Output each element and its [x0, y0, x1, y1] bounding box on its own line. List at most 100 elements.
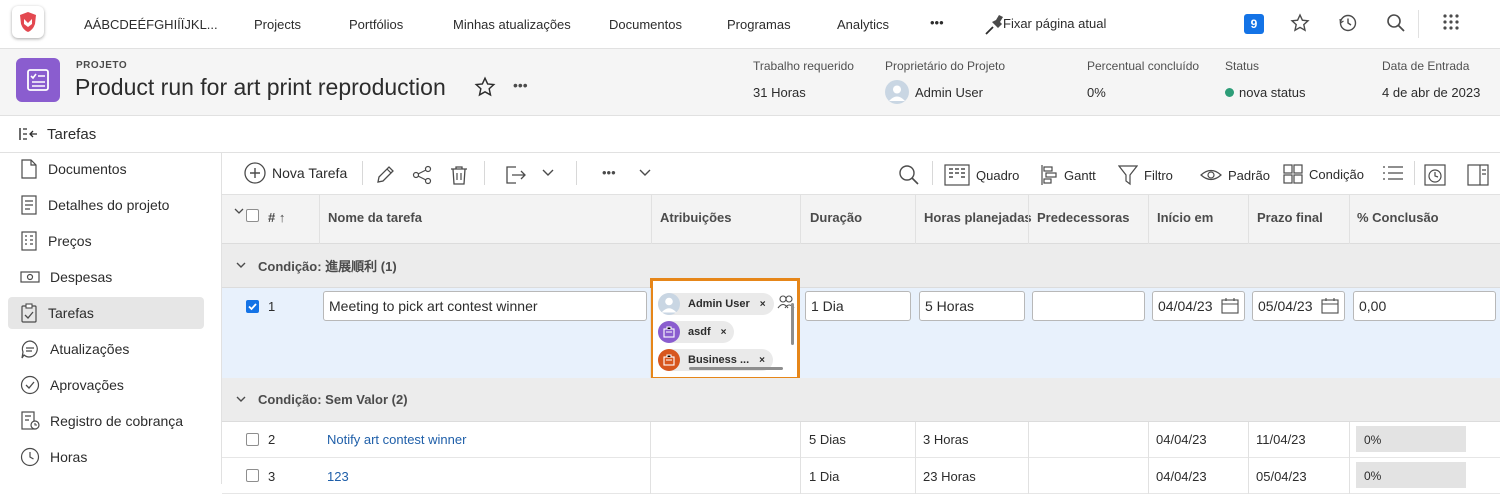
field-value[interactable]: Admin User	[915, 85, 983, 100]
group-header[interactable]: Condição: 進展順利 (1)	[222, 244, 1500, 288]
toolbar-more-button[interactable]: •••	[602, 165, 616, 180]
task-name-link[interactable]: 123	[327, 469, 349, 484]
edit-pencil-icon[interactable]	[374, 164, 396, 186]
pin-page-button[interactable]: Fixar página atual	[1003, 16, 1106, 31]
vertical-scrollbar[interactable]	[791, 303, 794, 345]
nav-my-updates[interactable]: Minhas atualizações	[453, 17, 571, 32]
group-header[interactable]: Condição: Sem Valor (2)	[222, 378, 1500, 422]
column-divider[interactable]	[651, 195, 652, 244]
sidebar-item-updates[interactable]: Atualizações	[8, 333, 204, 365]
notifications-badge[interactable]: 9	[1244, 14, 1264, 34]
favorites-star-icon[interactable]	[1290, 13, 1310, 33]
sidebar-item-pricing[interactable]: Preços	[8, 225, 204, 257]
calendar-icon[interactable]	[1221, 298, 1239, 314]
app-logo-icon[interactable]	[12, 6, 44, 38]
column-header-assignments[interactable]: Atribuições	[660, 210, 732, 225]
chevron-down-icon[interactable]	[639, 169, 651, 177]
column-divider[interactable]	[1028, 195, 1029, 244]
search-icon[interactable]	[1386, 13, 1406, 33]
column-header-number[interactable]: # ↑	[268, 210, 285, 225]
start-date-value[interactable]: 04/04/23	[1156, 432, 1207, 447]
start-date-input[interactable]: 04/04/23	[1152, 291, 1245, 321]
chevron-down-icon[interactable]	[236, 396, 246, 404]
column-header-planned-hours[interactable]: Horas planejadas	[924, 210, 1032, 225]
start-date-value[interactable]: 04/04/23	[1156, 469, 1207, 484]
sidebar-item-documents[interactable]: Documentos	[8, 153, 204, 185]
table-row[interactable]: 3 123 1 Dia 23 Horas 04/04/23 05/04/23 0…	[222, 458, 1500, 494]
due-date-value[interactable]: 11/04/23	[1256, 432, 1306, 447]
column-header-duration[interactable]: Duração	[810, 210, 862, 225]
nav-more-button[interactable]: •••	[930, 15, 944, 30]
row-checkbox[interactable]	[246, 300, 259, 313]
list-options-icon[interactable]	[1382, 164, 1404, 182]
due-date-value[interactable]: 05/04/23	[1256, 469, 1307, 484]
side-panel-icon[interactable]	[1467, 164, 1489, 186]
percent-complete-bar[interactable]: 0%	[1356, 426, 1466, 452]
row-checkbox[interactable]	[246, 433, 259, 446]
nav-programs[interactable]: Programas	[727, 17, 791, 32]
remove-assignee-button[interactable]: ×	[721, 327, 727, 338]
recents-history-icon[interactable]	[1338, 13, 1358, 33]
percent-complete-input[interactable]: 0,00	[1353, 291, 1496, 321]
column-divider[interactable]	[319, 195, 320, 244]
nav-analytics[interactable]: Analytics	[837, 17, 889, 32]
search-icon[interactable]	[898, 164, 920, 186]
task-name-input[interactable]: Meeting to pick art contest winner	[323, 291, 647, 321]
planned-hours-value[interactable]: 23 Horas	[923, 469, 976, 484]
nav-portfolios[interactable]: Portfólios	[349, 17, 403, 32]
nav-documents[interactable]: Documentos	[609, 17, 682, 32]
remove-assignee-button[interactable]: ×	[760, 299, 766, 310]
column-header-start-date[interactable]: Início em	[1157, 210, 1213, 225]
move-export-icon[interactable]	[504, 164, 528, 186]
column-divider[interactable]	[1248, 195, 1249, 244]
favorite-star-icon[interactable]	[474, 76, 496, 98]
grouping-button[interactable]: Condição	[1283, 164, 1364, 184]
table-row[interactable]: 1 Meeting to pick art contest winner 1 D…	[222, 288, 1500, 380]
column-header-predecessors[interactable]: Predecessoras	[1037, 210, 1130, 225]
app-grid-icon[interactable]	[1442, 13, 1460, 31]
sidebar-item-expenses[interactable]: Despesas	[8, 261, 204, 293]
task-name-link[interactable]: Notify art contest winner	[327, 432, 466, 447]
new-task-button[interactable]: Nova Tarefa	[244, 162, 347, 184]
view-button[interactable]: Padrão	[1200, 164, 1270, 186]
column-header-due-date[interactable]: Prazo final	[1257, 210, 1323, 225]
duration-value[interactable]: 5 Dias	[809, 432, 846, 447]
project-more-button[interactable]: •••	[513, 77, 528, 93]
select-all-checkbox[interactable]	[246, 209, 259, 222]
chevron-down-icon[interactable]	[236, 262, 246, 270]
field-value[interactable]: nova status	[1239, 85, 1306, 100]
assignee-chip-role[interactable]: asdf ×	[658, 321, 735, 343]
gantt-view-button[interactable]: Gantt	[1040, 164, 1096, 186]
collapse-sidebar-icon[interactable]	[19, 127, 39, 141]
assignments-editor[interactable]: Admin User × asdf × Business ... ×	[650, 278, 800, 380]
table-row[interactable]: 2 Notify art contest winner 5 Dias 3 Hor…	[222, 422, 1500, 458]
board-view-button[interactable]: Quadro	[944, 164, 1019, 186]
share-icon[interactable]	[411, 164, 433, 186]
planned-hours-value[interactable]: 3 Horas	[923, 432, 969, 447]
chevron-down-icon[interactable]	[234, 208, 244, 216]
chevron-down-icon[interactable]	[542, 169, 554, 177]
nav-projects[interactable]: Projects	[254, 17, 301, 32]
filter-button[interactable]: Filtro	[1118, 164, 1173, 186]
sidebar-item-billing-records[interactable]: Registro de cobrança	[8, 405, 204, 437]
workspace-switcher[interactable]: AÁBCDEÉFGHIÍÏJKL...	[84, 17, 218, 32]
column-divider[interactable]	[800, 195, 801, 244]
predecessors-input[interactable]	[1032, 291, 1145, 321]
planned-hours-input[interactable]: 5 Horas	[919, 291, 1025, 321]
horizontal-scrollbar[interactable]	[689, 367, 783, 370]
column-divider[interactable]	[1349, 195, 1350, 244]
column-header-task-name[interactable]: Nome da tarefa	[328, 210, 422, 225]
calendar-icon[interactable]	[1321, 298, 1339, 314]
due-date-input[interactable]: 05/04/23	[1252, 291, 1345, 321]
timeline-icon[interactable]	[1424, 164, 1446, 186]
delete-trash-icon[interactable]	[448, 164, 470, 186]
sort-ascending-icon[interactable]: ↑	[279, 210, 286, 225]
assignee-chip-user[interactable]: Admin User ×	[658, 293, 774, 315]
duration-input[interactable]: 1 Dia	[805, 291, 911, 321]
column-divider[interactable]	[1148, 195, 1149, 244]
sidebar-item-approvals[interactable]: Aprovações	[8, 369, 204, 401]
column-header-percent-complete[interactable]: % Conclusão	[1357, 210, 1439, 225]
sidebar-item-tasks[interactable]: Tarefas	[8, 297, 204, 329]
sidebar-item-hours[interactable]: Horas	[8, 441, 204, 473]
column-divider[interactable]	[915, 195, 916, 244]
